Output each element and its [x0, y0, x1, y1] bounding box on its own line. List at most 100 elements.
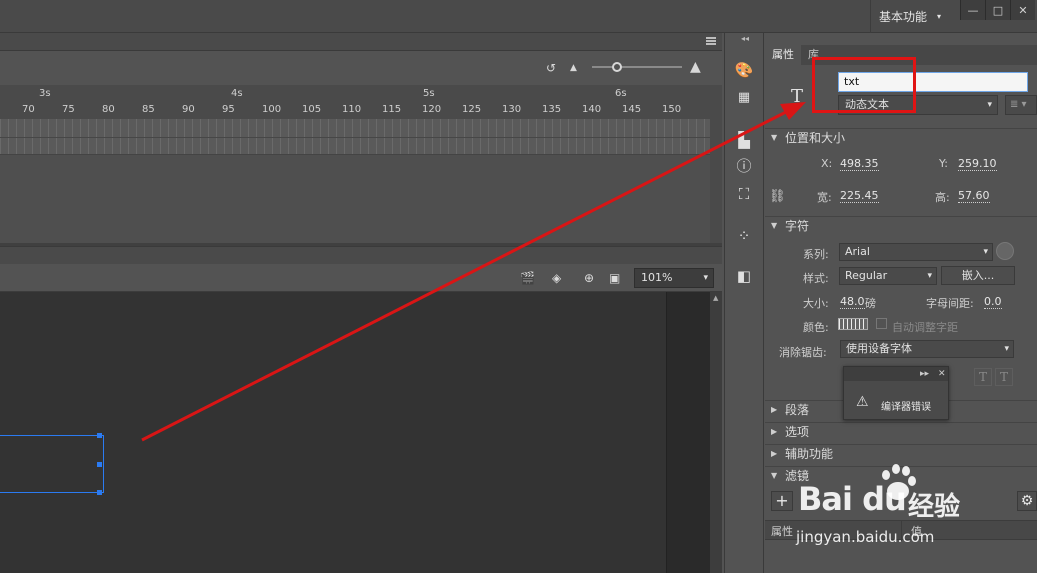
floating-panel-header[interactable]: ▸▸ ✕: [844, 367, 948, 381]
section-position-size[interactable]: ▼ 位置和大小: [765, 128, 1037, 146]
autokern-label: 自动调整字距: [892, 321, 958, 334]
font-style-select[interactable]: Regular ▾: [839, 267, 937, 285]
stage-canvas[interactable]: [0, 292, 710, 573]
timeline-header: [0, 33, 722, 51]
timeline-empty-area: [0, 155, 710, 243]
section-options[interactable]: ▶ 选项: [765, 422, 1037, 440]
scene-icon[interactable]: 🎬: [520, 271, 535, 285]
selected-text-field[interactable]: [0, 433, 104, 495]
align-icon[interactable]: ▙: [733, 131, 755, 149]
family-label: 系列:: [803, 248, 829, 261]
symbol-edit-icon[interactable]: ◈: [552, 271, 561, 285]
frame-grid[interactable]: [0, 119, 710, 155]
zoom-out-icon[interactable]: ▲: [570, 63, 577, 73]
frame-number: 85: [142, 104, 155, 115]
scroll-up-icon[interactable]: ▲: [713, 294, 718, 302]
resize-handle[interactable]: [97, 490, 102, 495]
second-marker: 6s: [615, 88, 627, 99]
watermark-logo-text: Bai du: [798, 480, 907, 518]
frame-number: 80: [102, 104, 115, 115]
window-controls: — □ ✕: [960, 0, 1037, 20]
frame-number: 130: [502, 104, 522, 115]
y-value[interactable]: 259.10: [958, 157, 997, 171]
expand-triangle-icon: ▼: [771, 221, 778, 230]
zoom-in-icon[interactable]: ▲: [690, 59, 701, 75]
section-character[interactable]: ▼ 字符: [765, 216, 1037, 234]
swatches-icon[interactable]: ▦: [733, 89, 755, 107]
section-title: 位置和大小: [785, 131, 846, 145]
stage-header: [0, 246, 722, 264]
close-button[interactable]: ✕: [1010, 0, 1035, 20]
width-value[interactable]: 225.45: [840, 189, 879, 203]
section-title: 段落: [785, 403, 810, 417]
collapse-icon[interactable]: ◂◂: [725, 33, 765, 45]
embed-button[interactable]: 嵌入...: [941, 266, 1015, 285]
letter-spacing-value[interactable]: 0.0: [984, 295, 1002, 309]
x-label: X:: [821, 157, 833, 170]
gear-icon[interactable]: ⚙: [1017, 491, 1037, 511]
watermark-url: jingyan.baidu.com: [796, 528, 935, 546]
autokern-checkbox[interactable]: [876, 318, 887, 329]
chevron-down-icon: ▾: [1004, 344, 1009, 354]
color-palette-icon[interactable]: 🎨: [733, 61, 755, 79]
zoom-select[interactable]: 101% ▾: [634, 268, 714, 288]
subscript-button[interactable]: T: [995, 368, 1013, 386]
compiler-errors-panel: ▸▸ ✕ ⚠ 编译器错误: [843, 366, 949, 420]
workspace-label: 基本功能: [879, 10, 928, 24]
font-family-select[interactable]: Arial ▾: [839, 243, 993, 261]
compiler-error-label[interactable]: 编译器错误: [881, 398, 931, 413]
frame-number: 140: [582, 104, 602, 115]
frame-ruler[interactable]: 3s 4s 5s 6s 70 75 80 85 90 95 100 105 11…: [0, 85, 722, 119]
panel-menu-icon[interactable]: [706, 37, 716, 45]
text-color-swatch[interactable]: [838, 318, 868, 330]
timeline-zoom-slider[interactable]: [592, 66, 682, 68]
style-label: 样式:: [803, 272, 829, 285]
close-icon[interactable]: ✕: [938, 367, 946, 381]
zoom-value: 101%: [641, 271, 673, 284]
workspace-switcher[interactable]: 基本功能 ▾: [870, 0, 954, 33]
watermark-cn-text: 经验: [908, 492, 961, 522]
resize-handle[interactable]: [97, 462, 102, 467]
x-value[interactable]: 498.35: [840, 157, 879, 171]
baidu-watermark: Bai du 经验 jingyan.baidu.com: [790, 458, 990, 558]
timeline-scrollbar[interactable]: [710, 119, 722, 243]
frame-number: 105: [302, 104, 322, 115]
clip-stage-icon[interactable]: ▣: [609, 271, 620, 285]
line-type-select[interactable]: ≣ ▾: [1005, 95, 1037, 115]
center-stage-icon[interactable]: ⊕: [584, 271, 594, 285]
second-marker: 3s: [39, 88, 51, 99]
frame-number: 150: [662, 104, 682, 115]
frame-number: 70: [22, 104, 35, 115]
link-icon[interactable]: ⛓: [769, 189, 786, 204]
transform-icon[interactable]: ⛶: [733, 185, 755, 203]
highlight-annotation: [812, 57, 916, 113]
globe-icon[interactable]: [996, 242, 1014, 260]
stage-toolbar: 🎬 ◈ ⊕ ▣ 101% ▾: [0, 264, 722, 292]
font-style-value: Regular: [845, 269, 888, 282]
reset-zoom-icon[interactable]: ↺: [546, 61, 556, 75]
height-value[interactable]: 57.60: [958, 189, 990, 203]
y-label: Y:: [939, 157, 948, 170]
chevron-down-icon: ▾: [983, 247, 988, 257]
timeline-zoom-knob[interactable]: [612, 62, 622, 72]
tab-properties[interactable]: 属性: [765, 45, 801, 65]
chevron-down-icon: ▾: [703, 273, 708, 283]
antialias-label: 消除锯齿:: [779, 346, 827, 359]
superscript-button[interactable]: T: [974, 368, 992, 386]
font-size-value[interactable]: 48.0: [840, 295, 865, 309]
minimize-button[interactable]: —: [960, 0, 985, 20]
chevron-down-icon: ▾: [937, 12, 942, 21]
motion-presets-icon[interactable]: ⁘: [733, 227, 755, 245]
frame-number: 75: [62, 104, 75, 115]
expand-icon[interactable]: ▸▸: [920, 367, 929, 381]
panel-icon-strip: ◂◂ 🎨 ▦ ▙ ⓘ ⛶ ⁘ ◧: [724, 33, 764, 573]
resize-handle[interactable]: [97, 433, 102, 438]
maximize-button[interactable]: □: [985, 0, 1010, 20]
expand-triangle-icon: ▼: [771, 471, 778, 480]
components-icon[interactable]: ◧: [733, 267, 755, 285]
size-unit: 磅: [865, 297, 876, 310]
antialias-select[interactable]: 使用设备字体 ▾: [840, 340, 1014, 358]
stage-scrollbar[interactable]: ▲: [710, 292, 722, 573]
info-icon[interactable]: ⓘ: [733, 157, 755, 175]
pasteboard-edge: [666, 292, 710, 573]
